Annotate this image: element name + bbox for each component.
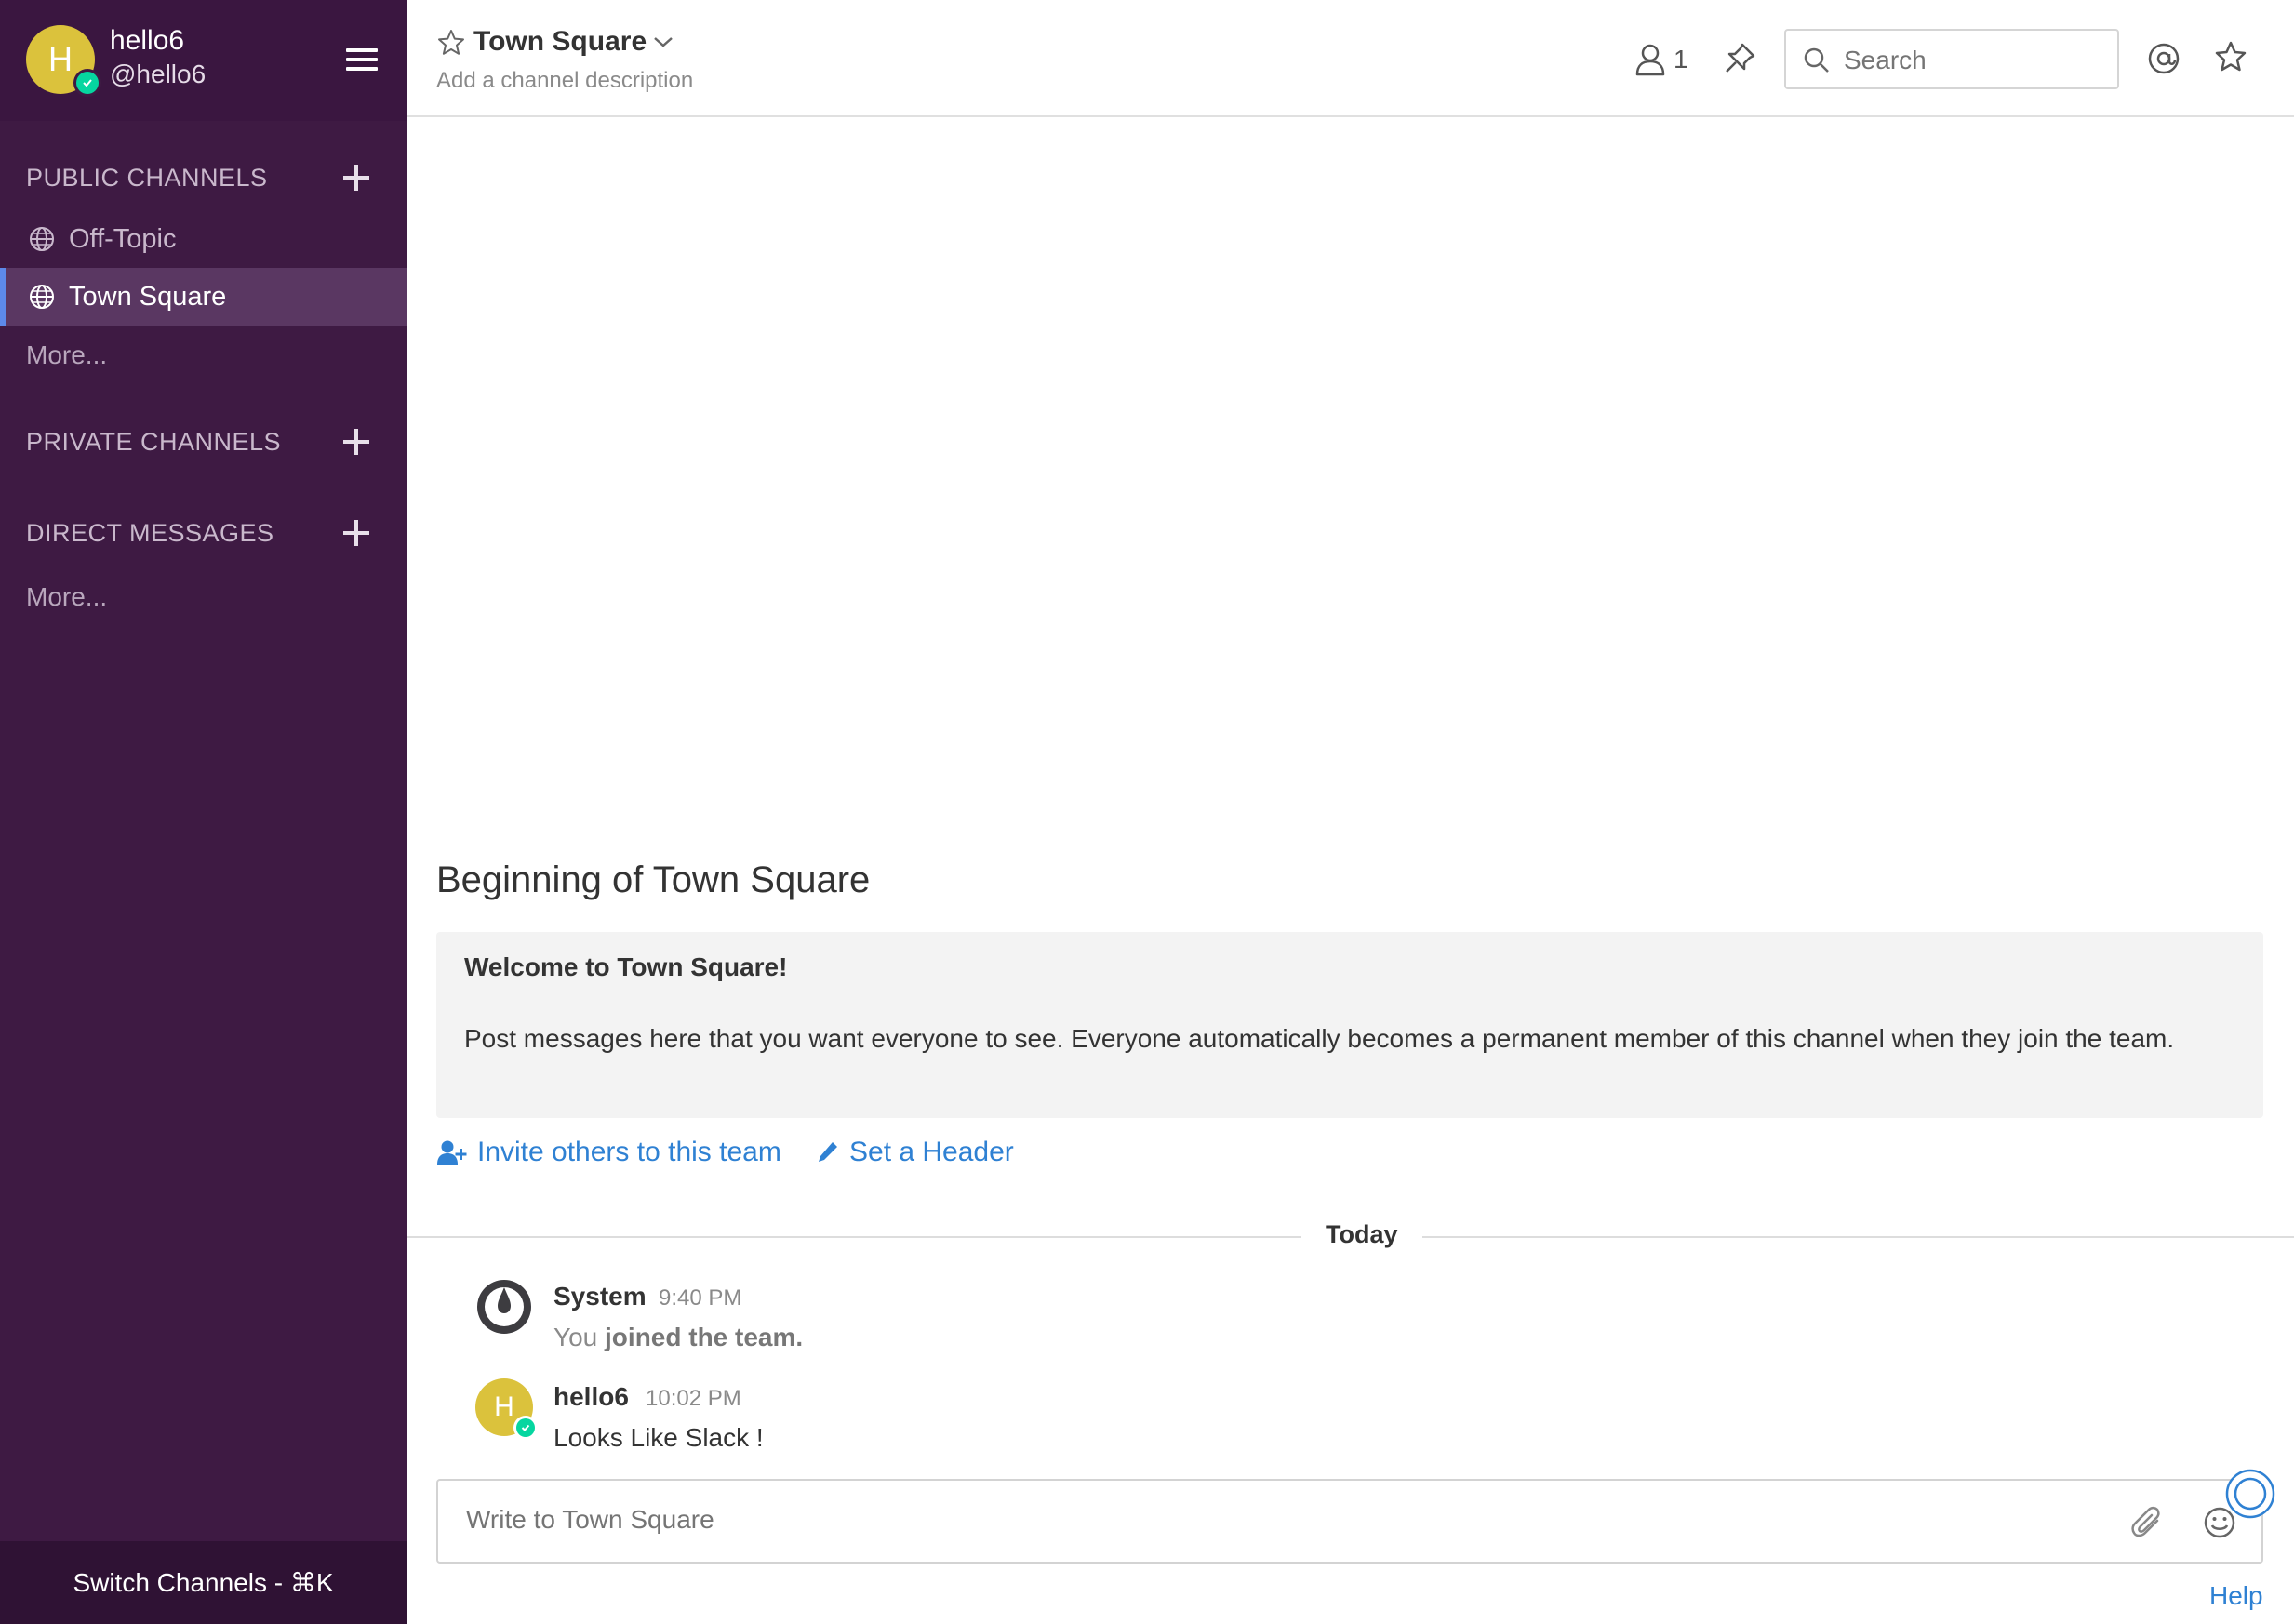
paperclip-icon[interactable] — [2129, 1505, 2165, 1540]
post-message: You joined the team. — [553, 1323, 803, 1352]
search-box[interactable] — [1784, 29, 2119, 89]
set-header-link[interactable]: Set a Header — [816, 1137, 1014, 1168]
invite-link-label: Invite others to this team — [477, 1137, 781, 1167]
main-menu-icon[interactable] — [346, 48, 380, 73]
sidebar-item-label: Town Square — [69, 281, 227, 312]
direct-messages-header: DIRECT MESSAGES — [26, 519, 274, 547]
post-message: Looks Like Slack ! — [553, 1423, 764, 1452]
post-author[interactable]: hello6 — [553, 1382, 629, 1412]
sidebar-handle: @hello6 — [110, 60, 207, 88]
search-input[interactable] — [1844, 46, 2104, 75]
sidebar-item-off-topic[interactable]: Off-Topic — [0, 210, 407, 268]
switch-channels-button[interactable]: Switch Channels - ⌘K — [0, 1541, 407, 1624]
sidebar-header: H hello6 @hello6 — [0, 0, 407, 121]
pencil-icon — [819, 1142, 837, 1162]
globe-icon — [30, 227, 54, 251]
system-logo-icon — [477, 1280, 531, 1334]
member-count[interactable]: 1 — [1674, 45, 1688, 74]
channel-intro-title: Beginning of Town Square — [436, 859, 871, 900]
globe-icon — [30, 285, 54, 309]
pin-icon[interactable] — [1722, 41, 1757, 76]
post-timestamp[interactable]: 9:40 PM — [659, 1285, 741, 1311]
private-channels-header: PRIVATE CHANNELS — [26, 428, 282, 456]
sidebar: H hello6 @hello6 PUBLIC CHANNELS Off-Top… — [0, 0, 407, 1624]
intro-body: Post messages here that you want everyon… — [464, 1024, 2175, 1053]
post-author[interactable]: System — [553, 1282, 647, 1311]
invite-others-link[interactable]: Invite others to this team — [436, 1137, 781, 1168]
flagged-star-icon[interactable] — [2213, 39, 2248, 74]
message-input[interactable] — [466, 1505, 2047, 1535]
focus-ring-icon — [2225, 1469, 2275, 1519]
main-area: Town Square Add a channel description 1 … — [407, 0, 2294, 1624]
favorite-star-icon[interactable] — [436, 28, 466, 58]
channel-header: Town Square Add a channel description 1 — [407, 0, 2294, 117]
add-public-channel-icon[interactable] — [340, 162, 372, 193]
channel-name[interactable]: Town Square — [473, 26, 647, 58]
mentions-icon[interactable] — [2146, 41, 2181, 76]
add-direct-message-icon[interactable] — [340, 517, 372, 549]
channel-description[interactable]: Add a channel description — [436, 68, 693, 94]
post-timestamp[interactable]: 10:02 PM — [646, 1386, 741, 1412]
help-link[interactable]: Help — [2209, 1581, 2263, 1611]
channel-intro-box: Welcome to Town Square! Post messages he… — [436, 932, 2263, 1118]
member-icon[interactable] — [1634, 43, 1666, 76]
message-text: You — [553, 1323, 598, 1351]
message-composer[interactable] — [436, 1479, 2263, 1564]
add-user-icon — [437, 1140, 467, 1165]
sidebar-username: hello6 — [110, 25, 185, 56]
more-direct-messages-link[interactable]: More... — [26, 582, 107, 612]
sidebar-item-label: Off-Topic — [69, 223, 177, 254]
search-icon — [1804, 47, 1829, 73]
online-status-icon — [513, 1416, 538, 1440]
sidebar-item-town-square[interactable]: Town Square — [0, 268, 407, 326]
chevron-down-icon[interactable] — [650, 32, 676, 52]
more-public-channels-link[interactable]: More... — [26, 340, 107, 370]
message-bold-text: joined the team. — [605, 1323, 804, 1351]
add-private-channel-icon[interactable] — [340, 426, 372, 458]
online-status-icon — [73, 69, 101, 97]
intro-heading: Welcome to Town Square! — [464, 952, 788, 981]
date-separator-label: Today — [1301, 1220, 1422, 1249]
set-header-label: Set a Header — [849, 1137, 1014, 1167]
public-channels-header: PUBLIC CHANNELS — [26, 164, 268, 192]
